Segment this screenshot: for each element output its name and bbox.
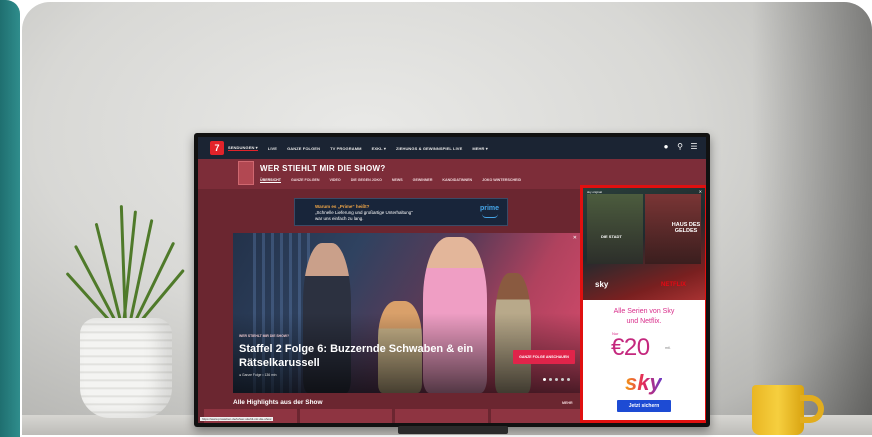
search-icon[interactable]: ⚲ [676, 143, 684, 151]
sky-ad-poster: sky original ✕ DIE STADT HAUS DES GELDES… [583, 188, 705, 300]
nav-exkl[interactable]: EXKL ▾ [372, 146, 386, 151]
subtab-news[interactable]: NEWS [392, 178, 403, 183]
highlight-thumbnail[interactable] [299, 409, 392, 423]
nav-tv-programm[interactable]: TV PROGRAMM [330, 146, 362, 151]
carousel-dot[interactable] [549, 378, 552, 381]
poster-netflix-logo: NETFLIX [661, 282, 686, 288]
show-subtabs: ÜBERSICHT GANZE FOLGEN VIDEO DIE GEGEN J… [260, 178, 521, 183]
carousel-dot[interactable] [543, 378, 546, 381]
highlight-thumbnail[interactable] [395, 409, 488, 423]
prime-smile-icon [482, 214, 498, 218]
highlights-heading: Alle Highlights aus der Show [233, 399, 323, 406]
nav-ziehungs[interactable]: ZIEHUNGS & GEWINNSPIEL LIVE [396, 146, 462, 151]
poster-sky-logo: sky [595, 280, 609, 289]
watch-episode-button[interactable]: GANZE FOLGE ANSCHAUEN [513, 350, 575, 364]
poster-left [587, 194, 643, 264]
prime-ad-line3: war uns einfach zu lang. [315, 216, 364, 221]
tv-stand [398, 426, 508, 434]
hero-teaser[interactable]: ✕ WER STIEHLT MIR DIE SHOW? Staffel 2 Fo… [233, 233, 581, 393]
nav-mehr[interactable]: MEHR ▾ [472, 146, 488, 151]
show-title: WER STIEHLT MIR DIE SHOW? [260, 164, 386, 173]
subtab-kandidatinnen[interactable]: KANDIDATINNEN [442, 178, 472, 183]
show-thumbnail[interactable] [238, 161, 254, 185]
subtab-die-gegen-joko[interactable]: DIE GEGEN JOKO [351, 178, 382, 183]
nav-live[interactable]: LIVE [268, 146, 277, 151]
tv: 7 SENDUNGEN ▾ LIVE GANZE FOLGEN TV PROGR… [194, 133, 710, 427]
sky-ad-line1: Alle Serien von Sky [613, 308, 675, 315]
nav-sendungen[interactable]: SENDUNGEN ▾ [228, 145, 258, 151]
sky-ad-line2: und Netflix. [626, 318, 662, 325]
plant [65, 195, 185, 327]
poster-left-title: DIE STADT [601, 234, 622, 239]
subtab-ganze-folgen[interactable]: GANZE FOLGEN [291, 178, 320, 183]
prime-ad-line1: Warum es „Prime“ heißt? [315, 204, 370, 209]
prime-ad-banner[interactable]: Warum es „Prime“ heißt? „Schnelle Liefer… [294, 198, 508, 226]
prosieben-logo[interactable]: 7 [210, 141, 224, 155]
mug [752, 385, 804, 435]
highlights-more-link[interactable]: MEHR [562, 401, 573, 405]
nav-ganze-folgen[interactable]: GANZE FOLGEN [287, 146, 320, 151]
sky-original-label: sky original [587, 190, 603, 194]
status-bar-url: https://www.prosieben.de/tv/wer-stiehlt-… [200, 417, 274, 421]
carousel-dot[interactable] [561, 378, 564, 381]
vase [80, 318, 172, 418]
prime-ad-line2: „Schnelle Lieferung und großartige Unter… [315, 210, 413, 215]
carousel-dots [543, 378, 570, 381]
tv-screen: 7 SENDUNGEN ▾ LIVE GANZE FOLGEN TV PROGR… [198, 137, 706, 423]
carousel-dot[interactable] [555, 378, 558, 381]
close-icon[interactable]: ✕ [573, 235, 577, 241]
carousel-dot[interactable] [567, 378, 570, 381]
sky-ad[interactable]: sky original ✕ DIE STADT HAUS DES GELDES… [580, 185, 706, 423]
sky-price: €20 [611, 334, 650, 361]
subtab-video[interactable]: VIDEO [330, 178, 341, 183]
subtab-uebersicht[interactable]: ÜBERSICHT [260, 178, 281, 183]
hero-title[interactable]: Staffel 2 Folge 6: Buzzernde Schwaben & … [239, 342, 489, 370]
sky-logo: sky [625, 370, 662, 395]
user-icon[interactable]: ● [662, 143, 670, 151]
sky-price-suffix: mtl. [665, 346, 671, 350]
subtab-gewinner[interactable]: GEWINNER [413, 178, 433, 183]
prime-logo: prime [479, 205, 499, 212]
left-panel-edge [0, 0, 20, 437]
ad-close-icon[interactable]: ✕ [699, 189, 702, 194]
hero-meta: ● Ganze Folge • 136 min [239, 373, 277, 377]
poster-right-title: HAUS DES GELDES [671, 222, 701, 234]
sky-cta-button[interactable]: Jetzt sichern [617, 400, 671, 412]
wall-shadow [752, 2, 872, 435]
top-navigation: 7 SENDUNGEN ▾ LIVE GANZE FOLGEN TV PROGR… [198, 137, 706, 159]
hero-kicker: WER STIEHLT MIR DIE SHOW? [239, 334, 290, 338]
subtab-joko[interactable]: JOKO WINTERSCHEID [482, 178, 521, 183]
menu-icon[interactable]: ☰ [690, 143, 698, 151]
highlight-thumbnail[interactable] [490, 409, 583, 423]
